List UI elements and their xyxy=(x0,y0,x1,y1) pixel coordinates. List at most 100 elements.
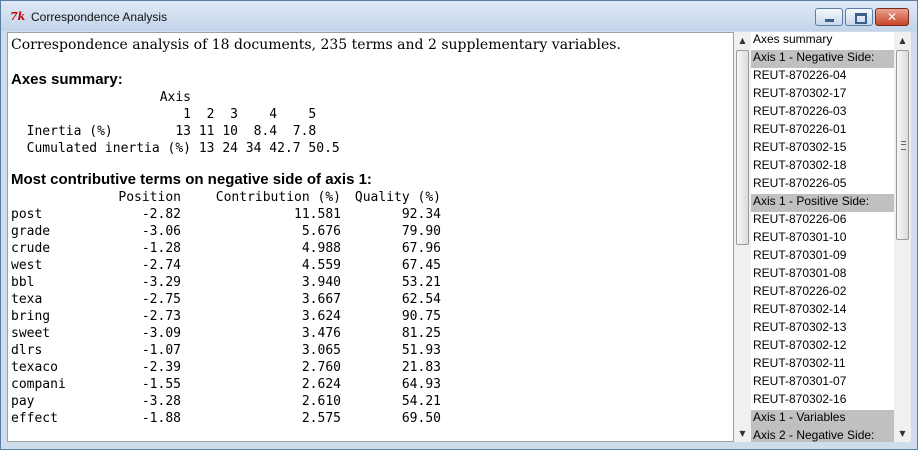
term-cell: grade xyxy=(11,224,51,239)
results-scrollbar[interactable]: ▲ ▼ xyxy=(734,32,751,442)
term-cell: dlrs xyxy=(11,343,43,358)
table-row: west -2.74 4.559 67.45 xyxy=(11,257,726,274)
list-item[interactable]: REUT-870302-14 xyxy=(751,302,894,320)
term-cell: post xyxy=(11,207,43,222)
quality-cell: 51.93 xyxy=(401,343,441,358)
term-cell: bbl xyxy=(11,275,35,290)
list-item[interactable]: Axis 2 - Negative Side: xyxy=(751,428,894,442)
column-header: Quality (%) xyxy=(354,190,441,205)
close-button[interactable]: ✕ xyxy=(875,8,909,26)
table-row: crude -1.28 4.988 67.96 xyxy=(11,240,726,257)
list-item[interactable]: REUT-870302-17 xyxy=(751,86,894,104)
list-item[interactable]: REUT-870301-08 xyxy=(751,266,894,284)
contribution-cell: 5.676 xyxy=(301,224,341,239)
sections-list[interactable]: Axes summary Axis 1 - Negative Side: REUT-… xyxy=(751,32,894,442)
contribution-cell: 11.581 xyxy=(294,207,341,222)
quality-cell: 53.21 xyxy=(401,275,441,290)
minimize-icon xyxy=(825,19,834,22)
term-cell: bring xyxy=(11,309,51,324)
list-item[interactable]: REUT-870226-06 xyxy=(751,212,894,230)
list-item[interactable]: REUT-870302-13 xyxy=(751,320,894,338)
quality-cell: 81.25 xyxy=(401,326,441,341)
list-item[interactable]: REUT-870301-09 xyxy=(751,248,894,266)
window-title: Correspondence Analysis xyxy=(31,10,168,24)
table-row: dlrs -1.07 3.065 51.93 xyxy=(11,342,726,359)
terms-heading: Most contributive terms on negative side… xyxy=(11,171,372,188)
position-cell: -1.07 xyxy=(141,343,181,358)
contribution-cell: 3.667 xyxy=(301,292,341,307)
list-item[interactable]: Axis 1 - Variables xyxy=(751,410,894,428)
position-cell: -2.75 xyxy=(141,292,181,307)
scroll-down-arrow-icon[interactable]: ▼ xyxy=(734,425,751,442)
table-row: post -2.82 11.581 92.34 xyxy=(11,206,726,223)
quality-cell: 54.21 xyxy=(401,394,441,409)
list-item[interactable]: REUT-870226-05 xyxy=(751,176,894,194)
minimize-button[interactable] xyxy=(815,8,843,26)
term-cell: crude xyxy=(11,241,51,256)
contribution-cell: 2.575 xyxy=(301,411,341,426)
results-scroll-thumb[interactable] xyxy=(736,50,749,245)
contribution-cell: 3.940 xyxy=(301,275,341,290)
table-row: sweet -3.09 3.476 81.25 xyxy=(11,325,726,342)
axes-summary-heading: Axes summary: xyxy=(11,71,123,88)
list-item[interactable]: REUT-870226-03 xyxy=(751,104,894,122)
results-text-area[interactable]: Correspondence analysis of 18 documents,… xyxy=(7,32,734,442)
position-cell: -3.06 xyxy=(141,224,181,239)
list-item[interactable]: Axis 1 - Negative Side: xyxy=(751,50,894,68)
list-item[interactable]: REUT-870302-15 xyxy=(751,140,894,158)
table-row: bbl -3.29 3.940 53.21 xyxy=(11,274,726,291)
term-cell: sweet xyxy=(11,326,51,341)
terms-header-row: Position Contribution (%) Quality (%) xyxy=(11,189,726,206)
list-scroll-up-arrow-icon[interactable]: ▲ xyxy=(894,32,911,49)
contribution-cell: 3.476 xyxy=(301,326,341,341)
list-item[interactable]: REUT-870226-02 xyxy=(751,284,894,302)
tk-feather-icon: 7k xyxy=(10,10,26,23)
title-bar[interactable]: 7k Correspondence Analysis ✕ xyxy=(1,1,917,31)
position-cell: -1.88 xyxy=(141,411,181,426)
position-cell: -2.82 xyxy=(141,207,181,222)
position-cell: -2.73 xyxy=(141,309,181,324)
list-item[interactable]: REUT-870301-10 xyxy=(751,230,894,248)
list-item[interactable]: REUT-870226-04 xyxy=(751,68,894,86)
list-scroll-thumb[interactable] xyxy=(896,50,909,240)
list-item[interactable]: REUT-870302-18 xyxy=(751,158,894,176)
column-header: Position xyxy=(118,190,181,205)
term-cell: pay xyxy=(11,394,35,409)
grip-icon xyxy=(901,141,906,150)
quality-cell: 92.34 xyxy=(401,207,441,222)
list-item[interactable]: REUT-870226-01 xyxy=(751,122,894,140)
table-row: bring -2.73 3.624 90.75 xyxy=(11,308,726,325)
scroll-up-arrow-icon[interactable]: ▲ xyxy=(734,32,751,49)
sections-scrollbar[interactable]: ▲ ▼ xyxy=(894,32,911,442)
quality-cell: 62.54 xyxy=(401,292,441,307)
position-cell: -3.28 xyxy=(141,394,181,409)
table-row: effect -1.88 2.575 69.50 xyxy=(11,410,726,427)
position-cell: -2.74 xyxy=(141,258,181,273)
list-item[interactable]: REUT-870301-07 xyxy=(751,374,894,392)
quality-cell: 79.90 xyxy=(401,224,441,239)
list-item[interactable]: Axes summary xyxy=(751,32,894,50)
position-cell: -1.55 xyxy=(141,377,181,392)
term-cell: texa xyxy=(11,292,43,307)
list-item[interactable]: Axis 1 - Positive Side: xyxy=(751,194,894,212)
list-scroll-down-arrow-icon[interactable]: ▼ xyxy=(894,425,911,442)
contribution-cell: 4.559 xyxy=(301,258,341,273)
maximize-icon xyxy=(855,13,867,24)
list-item[interactable]: REUT-870302-16 xyxy=(751,392,894,410)
table-row: compani -1.55 2.624 64.93 xyxy=(11,376,726,393)
list-item[interactable]: REUT-870302-11 xyxy=(751,356,894,374)
term-cell: compani xyxy=(11,377,66,392)
maximize-button[interactable] xyxy=(845,8,873,26)
contribution-cell: 2.624 xyxy=(301,377,341,392)
position-cell: -3.29 xyxy=(141,275,181,290)
contribution-cell: 4.988 xyxy=(301,241,341,256)
intro-text: Correspondence analysis of 18 documents,… xyxy=(11,37,621,53)
list-item[interactable]: REUT-870302-12 xyxy=(751,338,894,356)
quality-cell: 64.93 xyxy=(401,377,441,392)
table-row: pay -3.28 2.610 54.21 xyxy=(11,393,726,410)
position-cell: -3.09 xyxy=(141,326,181,341)
contribution-cell: 3.065 xyxy=(301,343,341,358)
table-row: grade -3.06 5.676 79.90 xyxy=(11,223,726,240)
contribution-cell: 2.760 xyxy=(301,360,341,375)
axes-summary-table: Axis 1 2 3 4 5 Inertia (%) 13 11 10 8.4 … xyxy=(26,90,340,156)
